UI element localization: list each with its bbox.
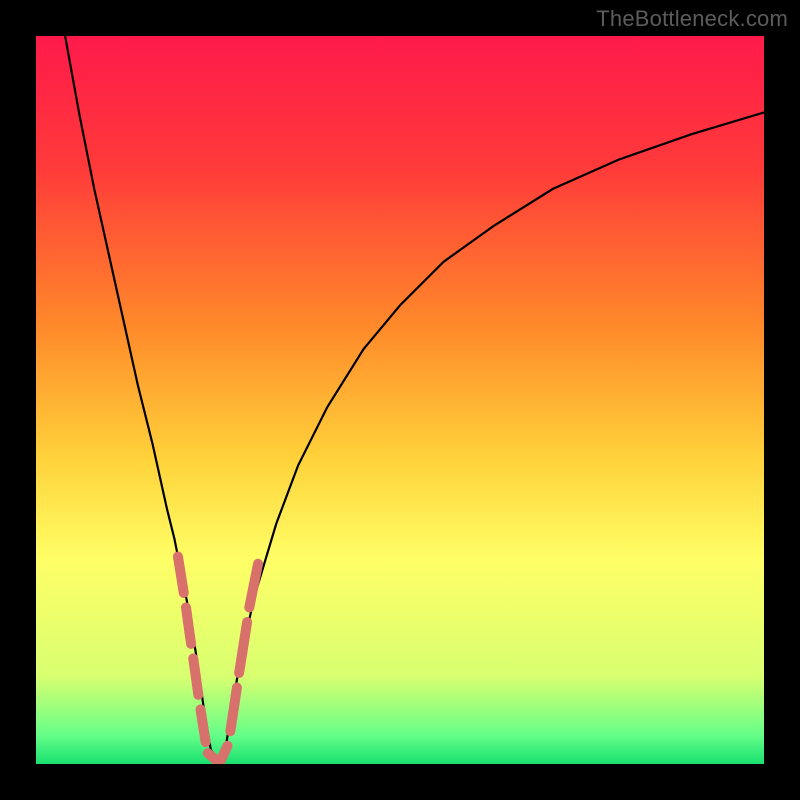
chart-background: [36, 36, 764, 764]
watermark-text: TheBottleneck.com: [596, 6, 788, 32]
bottleneck-chart: [36, 36, 764, 764]
highlight-segment: [220, 746, 227, 762]
highlight-segment: [186, 607, 191, 643]
plot-area: [36, 36, 764, 764]
highlight-segment: [178, 557, 184, 593]
highlight-segment: [230, 688, 237, 732]
highlight-segment: [193, 658, 198, 694]
highlight-segment: [201, 709, 206, 742]
